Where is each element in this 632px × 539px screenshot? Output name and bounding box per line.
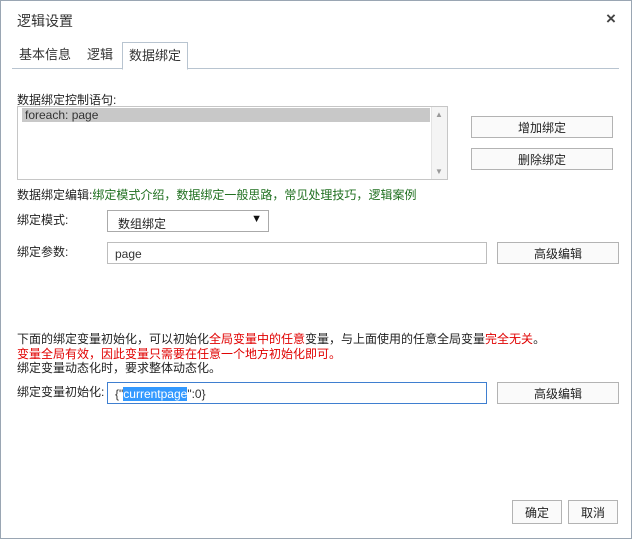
- tab-basic-info[interactable]: 基本信息: [12, 42, 78, 68]
- binding-param-value: page: [115, 247, 142, 261]
- add-binding-button[interactable]: 增加绑定: [471, 116, 613, 138]
- binding-mode-select[interactable]: 数组绑定 ▼: [107, 210, 269, 232]
- binding-param-label: 绑定参数:: [17, 245, 69, 259]
- list-item[interactable]: foreach: page: [22, 108, 430, 122]
- init-variable-value: {"currentpage":0}: [115, 387, 206, 401]
- note-text: 下面的绑定变量初始化，可以初始化: [17, 332, 210, 346]
- note-highlight: 全局变量中的任意: [209, 332, 306, 346]
- scroll-down-icon[interactable]: ▼: [435, 167, 443, 176]
- note-text: 变量，与上面使用的任意全局变量: [305, 332, 486, 346]
- list-scrollbar[interactable]: ▲ ▼: [431, 107, 447, 179]
- logic-settings-dialog: 逻辑设置 × 基本信息 逻辑 数据绑定 数据绑定控制语句: foreach: p…: [0, 0, 632, 539]
- selected-text: currentpage: [123, 387, 188, 401]
- close-icon[interactable]: ×: [606, 10, 616, 28]
- binding-mode-label: 绑定模式:: [17, 213, 69, 227]
- dropdown-arrow-icon: ▼: [251, 213, 262, 225]
- note-text: 。: [533, 332, 546, 346]
- ok-button[interactable]: 确定: [512, 500, 562, 524]
- value-suffix: ":0}: [187, 387, 206, 401]
- help-prefix: 数据绑定编辑:: [17, 188, 93, 202]
- advanced-edit-init-button[interactable]: 高级编辑: [497, 382, 619, 404]
- link-logic-cases[interactable]: 逻辑案例: [368, 188, 416, 202]
- dialog-title: 逻辑设置: [17, 13, 73, 29]
- cancel-button[interactable]: 取消: [568, 500, 618, 524]
- tab-logic[interactable]: 逻辑: [82, 42, 118, 68]
- binding-statement-list[interactable]: foreach: page ▲ ▼: [17, 106, 448, 180]
- note-highlight: 完全无关: [485, 332, 534, 346]
- tab-data-binding[interactable]: 数据绑定: [122, 42, 188, 70]
- link-binding-mode-intro[interactable]: 绑定模式介绍: [92, 188, 164, 202]
- link-common-tips[interactable]: 常见处理技巧: [284, 188, 356, 202]
- init-note-line-3: 绑定变量动态化时，要求整体动态化。: [17, 361, 222, 375]
- link-binding-general-approach[interactable]: 数据绑定一般思路: [176, 188, 272, 202]
- link-separator: ，: [272, 188, 285, 202]
- delete-binding-button[interactable]: 删除绑定: [471, 148, 613, 170]
- link-separator: ，: [164, 188, 177, 202]
- binding-param-input[interactable]: page: [107, 242, 487, 264]
- init-variable-input[interactable]: {"currentpage":0}: [107, 382, 487, 404]
- advanced-edit-param-button[interactable]: 高级编辑: [497, 242, 619, 264]
- init-variable-label: 绑定变量初始化:: [17, 385, 105, 399]
- binding-help-line: 数据绑定编辑:绑定模式介绍，数据绑定一般思路，常见处理技巧，逻辑案例: [17, 186, 416, 203]
- scroll-up-icon[interactable]: ▲: [435, 110, 443, 119]
- link-separator: ，: [356, 188, 369, 202]
- tab-bar: 基本信息 逻辑 数据绑定: [12, 42, 619, 70]
- binding-mode-value: 数组绑定: [118, 217, 167, 231]
